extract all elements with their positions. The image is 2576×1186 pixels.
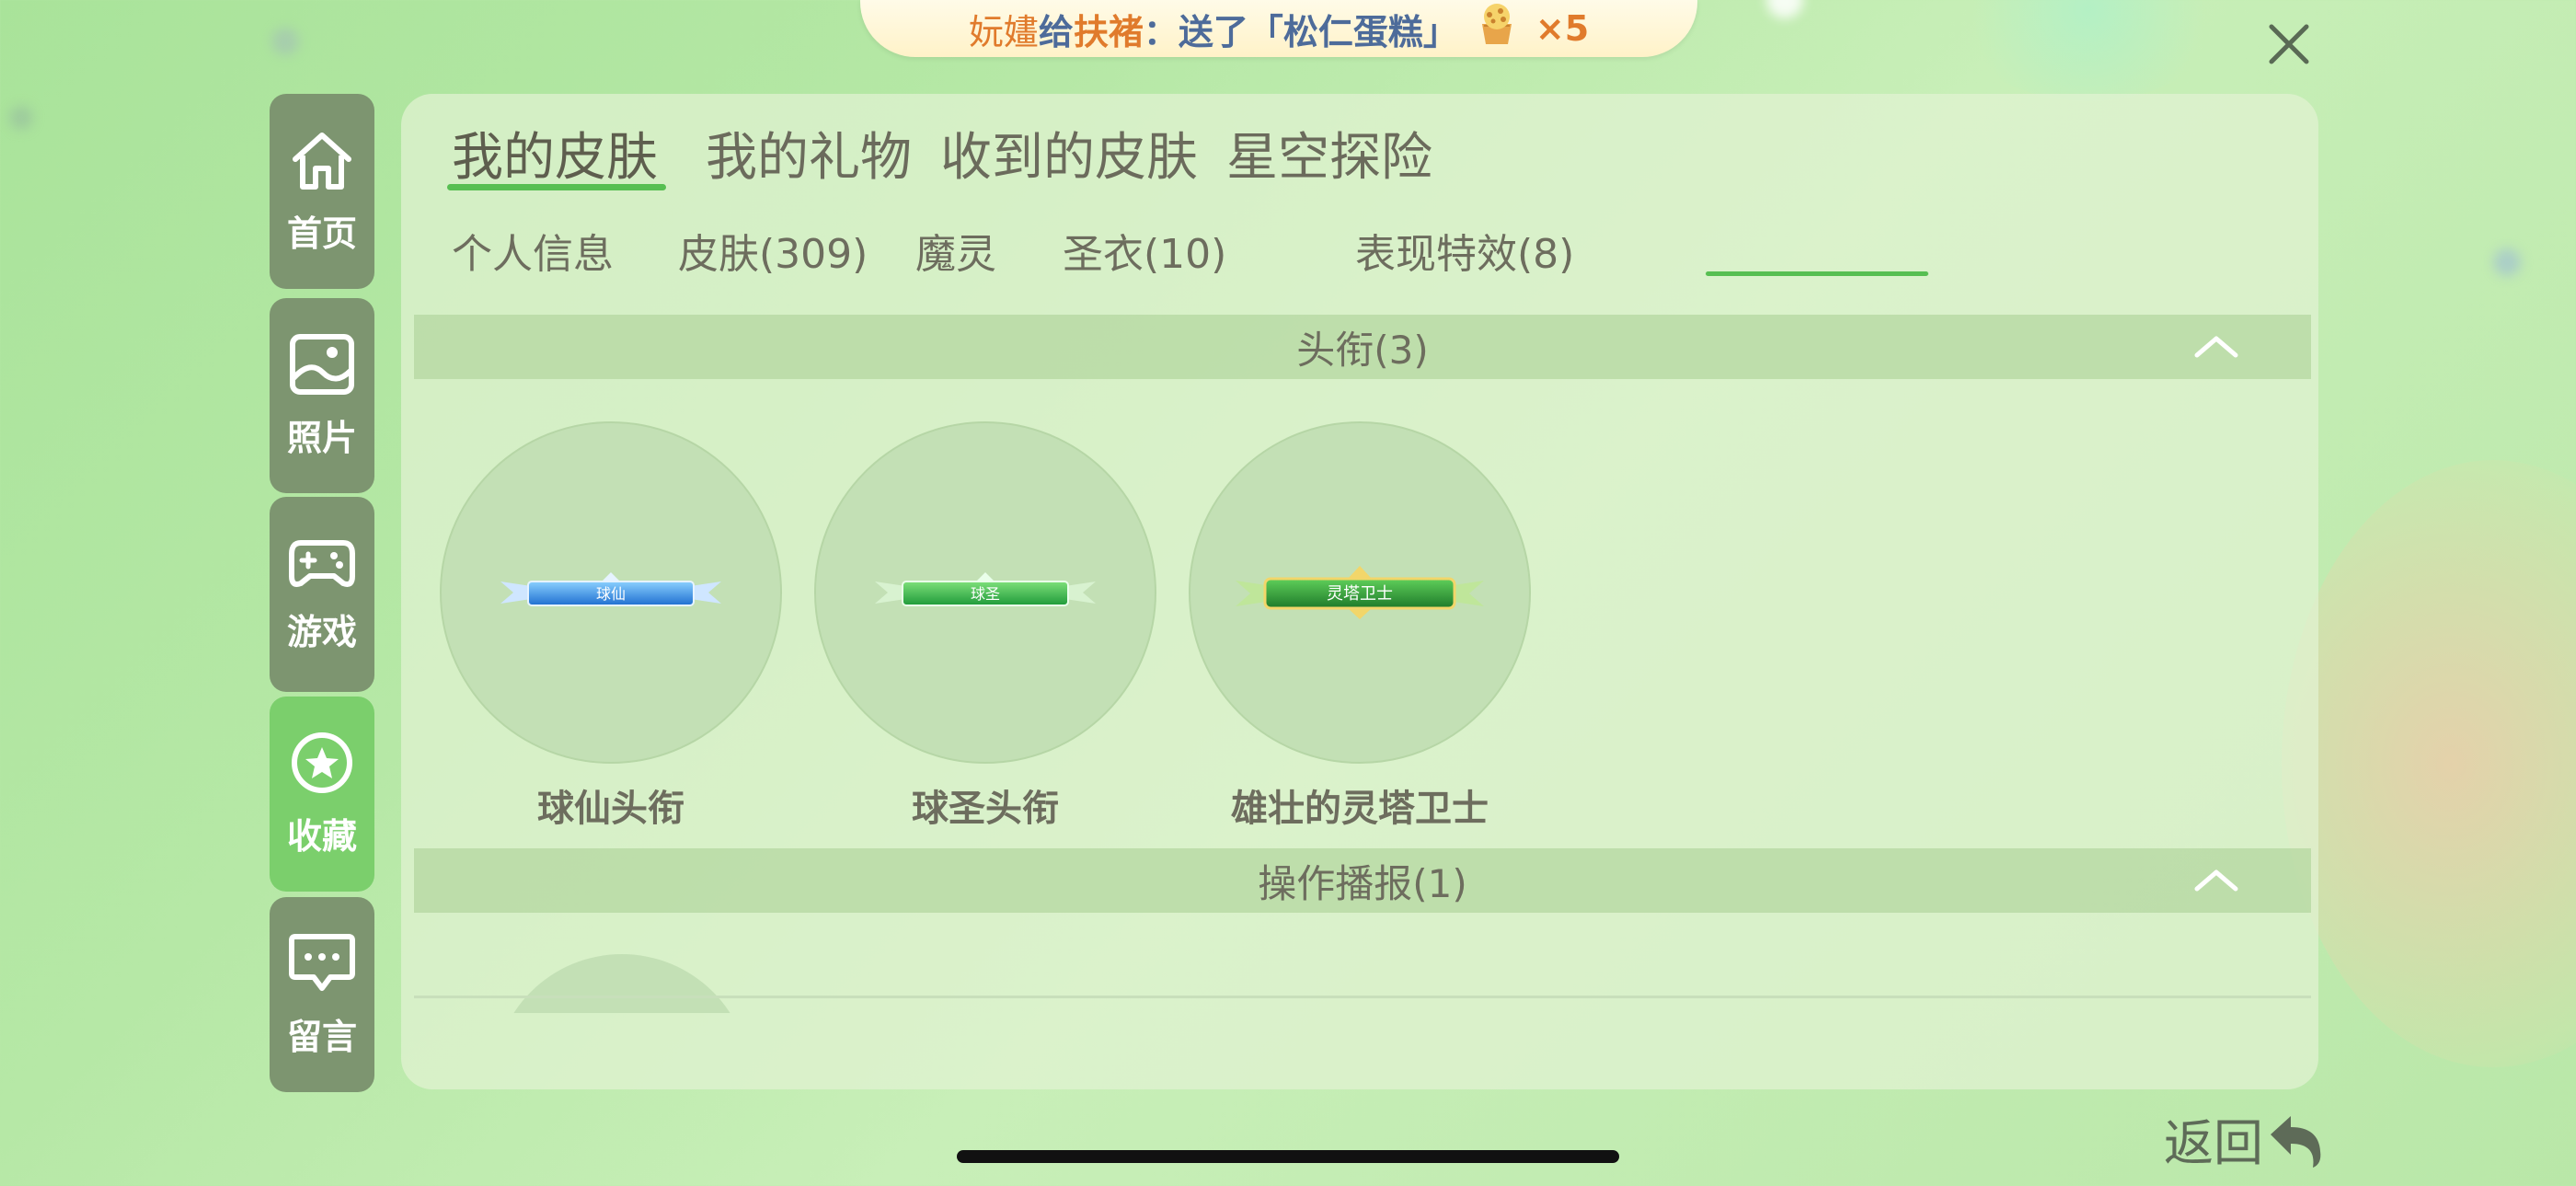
section-title: 操作播报(1) (1258, 860, 1467, 906)
item-circle: 球仙 (440, 421, 782, 764)
sidebar-item-photos[interactable]: 照片 (270, 298, 374, 493)
active-tab-indicator (447, 184, 666, 190)
section-header-titles[interactable]: 头衔(3) (414, 315, 2311, 379)
back-button[interactable]: 返回 (2164, 1102, 2328, 1175)
section-title: 头衔(3) (1296, 327, 1429, 373)
title-badge-icon: 球仙 (500, 572, 721, 606)
sidebar-item-games[interactable]: 游戏 (270, 497, 374, 692)
sidebar-item-label: 游戏 (286, 611, 357, 652)
background-glow-top (1950, 0, 2226, 101)
title-badge-icon: 球圣 (875, 572, 1096, 606)
subtab-skins[interactable]: 皮肤(309) (678, 221, 868, 280)
sidebar-item-label: 照片 (286, 417, 357, 458)
close-icon (2269, 24, 2309, 64)
subtab-personal-info[interactable]: 个人信息 (452, 221, 614, 280)
close-button[interactable] (2261, 17, 2317, 72)
tab-starry-adventure[interactable]: 星空探险 (1226, 116, 1432, 200)
sidebar-item-messages[interactable]: 留言 (270, 897, 374, 1092)
badge-text: 灵塔卫士 (1327, 584, 1393, 604)
broadcast-item-partial[interactable] (493, 954, 751, 1013)
active-subtab-indicator (1706, 271, 1928, 276)
title-badge-icon: 灵塔卫士 (1236, 566, 1484, 619)
divider (414, 996, 2311, 998)
tab-received-skins[interactable]: 收到的皮肤 (940, 116, 1198, 200)
item-label: 球圣头衔 (912, 788, 1059, 830)
subtab-effects[interactable]: 表现特效(8) (1355, 221, 1574, 280)
gave-word: 给 (1038, 11, 1074, 52)
message-icon (289, 933, 355, 991)
title-item[interactable]: 球仙 球仙头衔 (440, 421, 782, 832)
sidebar-item-home[interactable]: 首页 (270, 94, 374, 289)
photo-icon (290, 333, 354, 395)
gift-count: ×5 (1535, 8, 1590, 49)
badge-text: 球仙 (596, 585, 626, 603)
chevron-up-icon (2194, 869, 2238, 892)
sender-name: 妧嫿 (968, 11, 1039, 52)
gift-message: ：送了「松仁蛋糕」 (1143, 11, 1458, 52)
title-item[interactable]: 球圣 球圣头衔 (814, 421, 1156, 832)
back-label: 返回 (2164, 1114, 2263, 1172)
cupcake-icon (1471, 0, 1523, 60)
subtab-demon-spirit[interactable]: 魔灵 (915, 221, 996, 280)
sidebar-item-label: 收藏 (286, 815, 357, 857)
subtab-holy-cloth[interactable]: 圣衣(10) (1063, 221, 1226, 280)
home-icon (293, 132, 351, 190)
section-header-broadcast[interactable]: 操作播报(1) (414, 848, 2311, 913)
home-indicator[interactable] (957, 1150, 1619, 1163)
sidebar-item-label: 留言 (286, 1016, 357, 1057)
back-arrow-icon (2271, 1115, 2321, 1168)
background-glow (2282, 460, 2576, 1067)
bubble (271, 28, 299, 55)
bubble (2493, 248, 2521, 276)
gift-broadcast-banner: 妧嫿 给 扶褚 ：送了「松仁蛋糕」 ×5 (860, 0, 1697, 57)
chevron-up-icon (2194, 336, 2238, 358)
tab-my-gifts[interactable]: 我的礼物 (706, 116, 912, 200)
bubble (9, 106, 33, 130)
sidebar-item-label: 首页 (286, 213, 357, 254)
sidebar-item-favorites[interactable]: 收藏 (270, 697, 374, 892)
star-icon (292, 731, 352, 793)
gamepad-icon (289, 539, 355, 587)
receiver-name: 扶褚 (1073, 11, 1144, 52)
main-panel: 我的皮肤 我的礼物 收到的皮肤 星空探险 个人信息 皮肤(309) 魔灵 圣衣(… (401, 94, 2318, 1089)
title-item[interactable]: 灵塔卫士 雄壮的灵塔卫士 (1189, 421, 1531, 832)
item-circle: 球圣 (814, 421, 1156, 764)
sparkle (1766, 0, 1803, 18)
item-label: 雄壮的灵塔卫士 (1231, 788, 1489, 830)
item-label: 球仙头衔 (537, 788, 684, 830)
badge-text: 球圣 (971, 585, 1000, 603)
item-circle: 灵塔卫士 (1189, 421, 1531, 764)
